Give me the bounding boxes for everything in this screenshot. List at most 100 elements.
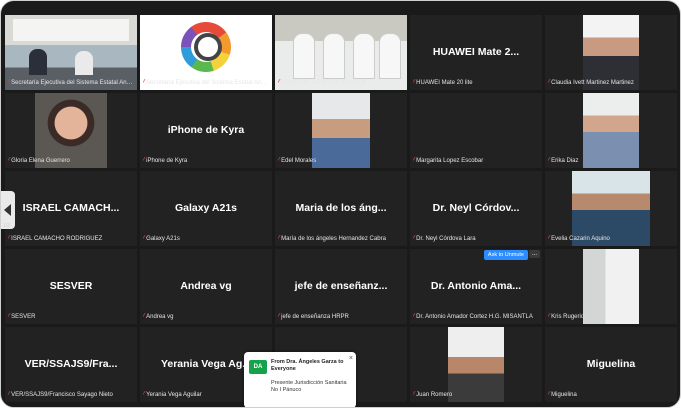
participant-name-label: ⁄ Claudia Ivett Martinez Martinez — [548, 78, 674, 88]
participant-name: Juan Romero — [416, 392, 453, 398]
participant-display-name: Maria de los áng... — [295, 201, 387, 214]
zoom-gallery-window: ⁄ Secretaría Ejecutiva del Sistema Estata… — [0, 0, 681, 408]
participant-name-label: ⁄ jefe de enseñanza HRPR — [278, 312, 404, 322]
participant-tile[interactable]: ⁄ Secretaría Ejecutiva del Sistema Estata… — [5, 15, 137, 90]
mic-muted-icon: ⁄ — [8, 391, 10, 398]
participant-name-label: ⁄ SESVER — [8, 312, 134, 322]
participant-name: Secretaría Ejecutiva del Sistema Estatal… — [11, 80, 134, 86]
participant-tile[interactable]: ⁄ Claudia Ivett Martinez Martinez — [545, 15, 677, 90]
participant-display-name: Andrea vg — [180, 279, 232, 292]
participant-tile[interactable]: Galaxy A21s ⁄ Galaxy A21s — [140, 171, 272, 246]
participant-name-label: ⁄ Galaxy A21s — [143, 234, 269, 244]
participant-name-label: ⁄ María de los ángeles Hernandez Cabra — [278, 234, 404, 244]
mic-muted-icon: ⁄ — [548, 79, 550, 86]
participant-display-name: VER/SSAJS9/Fra... — [24, 357, 118, 370]
mic-muted-icon: ⁄ — [413, 391, 415, 398]
chevron-left-icon — [4, 204, 11, 216]
participant-tile[interactable]: VER/SSAJS9/Fra... ⁄ VER/SSAJS9/Francisco S… — [5, 327, 137, 402]
participant-tile[interactable]: Andrea vg ⁄ Andrea vg — [140, 249, 272, 324]
participant-tile[interactable]: Dr. Antonio Ama... Ask to Unmute... ⁄ Dr. A… — [410, 249, 542, 324]
sender-avatar: DA — [249, 360, 267, 374]
mic-muted-icon: ⁄ — [278, 157, 280, 164]
participant-name-label: ⁄ HOSPITAL GENERAL TUXPAN — [278, 78, 404, 88]
mic-muted-icon: ⁄ — [278, 79, 280, 86]
mic-muted-icon: ⁄ — [143, 235, 145, 242]
participant-tile[interactable]: ⁄ Evelia Cazarin Aquino — [545, 171, 677, 246]
participant-name: María de los ángeles Hernandez Cabra — [281, 236, 386, 242]
participant-name-label: ⁄ Edel Morales — [278, 156, 404, 166]
page-indicator: 1/3 — [3, 223, 10, 229]
participant-name: jefe de enseñanza HRPR — [281, 314, 349, 320]
mic-muted-icon: ⁄ — [548, 235, 550, 242]
ask-to-unmute-button[interactable]: Ask to Unmute — [483, 250, 528, 260]
participant-tile[interactable]: ⁄ Gloria Elena Guerrero — [5, 93, 137, 168]
chat-sender: From Dra. Ángeles Garza to Everyone — [271, 359, 344, 372]
mic-muted-icon: ⁄ — [8, 79, 10, 86]
more-options-button[interactable]: ... — [528, 250, 540, 258]
participant-name-label: ⁄ Secretaría Ejecutiva del Sistema Estata… — [143, 78, 269, 88]
participant-name: Claudia Ivett Martinez Martinez — [551, 80, 634, 86]
mic-muted-icon: ⁄ — [413, 313, 415, 320]
mic-muted-icon: ⁄ — [278, 313, 280, 320]
participant-tile[interactable]: ISRAEL CAMACH... ⁄ ISRAEL CAMACHO RODRIGUE… — [5, 171, 137, 246]
participant-name: Evelia Cazarin Aquino — [551, 236, 610, 242]
participant-tile[interactable]: HUAWEI Mate 2... ⁄ HUAWEI Mate 20 lite — [410, 15, 542, 90]
participant-name: Edel Morales — [281, 158, 317, 164]
participant-name: ISRAEL CAMACHO RODRIGUEZ — [11, 236, 103, 242]
participant-display-name: Dr. Antonio Ama... — [430, 279, 522, 292]
participant-name: Miguelina — [551, 392, 577, 398]
participant-name: Margarita Lopez Escobar — [416, 158, 484, 164]
mic-muted-icon: ⁄ — [278, 235, 280, 242]
participant-tile[interactable]: ⁄ Juan Romero — [410, 327, 542, 402]
mic-muted-icon: ⁄ — [413, 235, 415, 242]
participant-tile[interactable]: SESVER ⁄ SESVER — [5, 249, 137, 324]
participant-tile[interactable]: ⁄ Secretaría Ejecutiva del Sistema Estata… — [140, 15, 272, 90]
participant-name: Secretaría Ejecutiva del Sistema Estatal… — [146, 80, 269, 86]
participant-name: Dr. Antonio Amador Cortez H.G. MISANTLA — [416, 314, 533, 320]
mic-muted-icon: ⁄ — [548, 313, 550, 320]
participant-tile[interactable]: ⁄ HOSPITAL GENERAL TUXPAN — [275, 15, 407, 90]
participant-name-label: ⁄ VER/SSAJS9/Francisco Sayago Nieto — [8, 390, 134, 400]
mic-muted-icon: ⁄ — [143, 79, 145, 86]
close-icon[interactable]: × — [349, 355, 353, 362]
gallery-grid: ⁄ Secretaría Ejecutiva del Sistema Estata… — [5, 15, 677, 407]
participant-tile[interactable]: ⁄ Kris Rugerio — [545, 249, 677, 324]
participant-name-label: ⁄ Juan Romero — [413, 390, 539, 400]
participant-display-name: iPhone de Kyra — [167, 123, 245, 136]
participant-name-label: ⁄ Kris Rugerio — [548, 312, 674, 322]
participant-name-label: ⁄ Andrea vg — [143, 312, 269, 322]
mic-muted-icon: ⁄ — [143, 157, 145, 164]
mic-muted-icon: ⁄ — [8, 235, 10, 242]
chat-notification[interactable]: DA From Dra. Ángeles Garza to Everyone P… — [244, 352, 356, 407]
participant-tile[interactable]: jefe de enseñanz... ⁄ jefe de enseñanza HR… — [275, 249, 407, 324]
participant-tile[interactable]: iPhone de Kyra ⁄ iPhone de Kyra — [140, 93, 272, 168]
mic-muted-icon: ⁄ — [548, 157, 550, 164]
participant-tile[interactable]: Miguelina ⁄ Miguelina — [545, 327, 677, 402]
participant-display-name: Galaxy A21s — [174, 201, 238, 214]
participant-tile[interactable]: Dr. Neyl Córdov... ⁄ Dr. Neyl Córdova Lara — [410, 171, 542, 246]
mic-muted-icon: ⁄ — [143, 391, 145, 398]
participant-name: Andrea vg — [146, 314, 174, 320]
participant-tile[interactable]: ⁄ Edel Morales — [275, 93, 407, 168]
participant-tile[interactable]: Maria de los áng... ⁄ María de los ángeles… — [275, 171, 407, 246]
participant-name-label: ⁄ Evelia Cazarin Aquino — [548, 234, 674, 244]
participant-name: Dr. Neyl Córdova Lara — [416, 236, 476, 242]
participant-name: VER/SSAJS9/Francisco Sayago Nieto — [11, 392, 113, 398]
participant-name-label: ⁄ Erika Diaz — [548, 156, 674, 166]
participant-name-label: ⁄ Dr. Antonio Amador Cortez H.G. MISANTLA — [413, 312, 539, 322]
participant-name: Kris Rugerio — [551, 314, 585, 320]
mic-muted-icon: ⁄ — [143, 313, 145, 320]
participant-name-label: ⁄ ISRAEL CAMACHO RODRIGUEZ — [8, 234, 134, 244]
participant-display-name: jefe de enseñanz... — [294, 279, 388, 292]
participant-name: Gloria Elena Guerrero — [11, 158, 70, 164]
participant-name-label: ⁄ Dr. Neyl Córdova Lara — [413, 234, 539, 244]
participant-name-label: ⁄ Secretaría Ejecutiva del Sistema Estata… — [8, 78, 134, 88]
participant-tile[interactable]: ⁄ Erika Diaz — [545, 93, 677, 168]
mic-muted-icon: ⁄ — [548, 391, 550, 398]
participant-name-label: ⁄ Miguelina — [548, 390, 674, 400]
participant-display-name: SESVER — [49, 279, 93, 292]
mic-muted-icon: ⁄ — [413, 157, 415, 164]
participant-display-name: Miguelina — [586, 357, 636, 370]
participant-tile[interactable]: ⁄ Margarita Lopez Escobar — [410, 93, 542, 168]
participant-name-label: ⁄ iPhone de Kyra — [143, 156, 269, 166]
